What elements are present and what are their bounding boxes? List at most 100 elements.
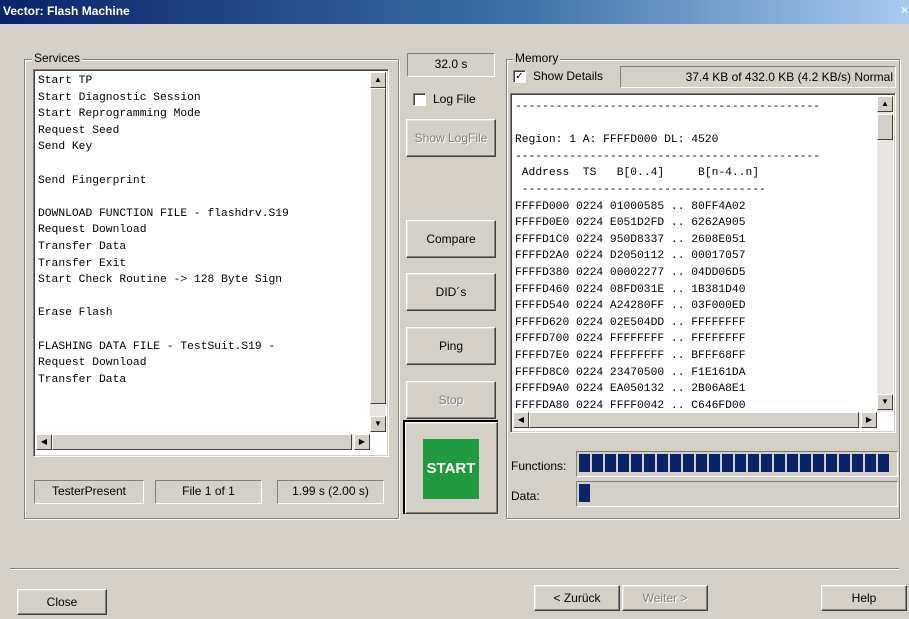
memory-line: FFFFD1C0 0224 950D8337 .. 2608E051 [515,233,746,246]
scroll-thumb[interactable] [370,88,386,404]
back-button[interactable]: < Zurück [534,585,620,611]
progress-segment [761,454,772,472]
memory-scroll-down-icon[interactable]: ▼ [877,394,893,410]
log-file-label: Log File [433,92,476,106]
memory-line: FFFFD620 0224 02E504DD .. FFFFFFFF [515,316,746,329]
progress-segment [579,484,590,502]
show-logfile-button[interactable]: Show LogFile [406,119,496,157]
memory-hscroll[interactable]: ◀ ▶ [513,412,877,428]
progress-segment [813,454,824,472]
file-counter-field: File 1 of 1 [155,480,262,504]
service-line [38,322,368,339]
progress-segment [787,454,798,472]
memory-scroll-thumb[interactable] [877,114,893,140]
progress-segment [631,454,642,472]
progress-segment [800,454,811,472]
service-line [38,189,368,206]
memory-vscroll[interactable]: ▲ ▼ [877,96,893,412]
functions-label: Functions: [511,459,567,473]
log-file-checkbox[interactable] [413,93,426,106]
memory-scroll-up-icon[interactable]: ▲ [877,96,893,112]
progress-segment [852,454,863,472]
next-button[interactable]: Weiter > [622,585,708,611]
progress-segment [722,454,733,472]
service-line: Request Seed [38,124,120,137]
memory-line: FFFFD0E0 0224 E051D2FD .. 6262A905 [515,217,746,230]
memory-line: Region: 1 A: FFFFD000 DL: 4520 [515,134,719,147]
data-label: Data: [511,489,540,503]
memory-line: FFFFD9A0 0224 EA050132 .. 2B06A8E1 [515,383,746,396]
stop-button[interactable]: Stop [406,381,496,419]
memory-line [515,116,875,133]
show-details-checkbox[interactable]: ✓ [513,70,526,83]
progress-segment [670,454,681,472]
memory-scroll-right-icon[interactable]: ▶ [861,412,877,428]
window-title: Vector: Flash Machine [3,4,130,18]
memory-line: FFFFD700 0224 FFFFFFFF .. FFFFFFFF [515,333,746,346]
progress-segment [865,454,876,472]
service-line: Transfer Data [38,240,127,253]
memory-line: FFFFD7E0 0224 FFFFFFFF .. BFFF68FF [515,349,746,362]
dids-button[interactable]: DID´s [406,273,496,311]
scroll-left-icon[interactable]: ◀ [36,434,52,450]
memory-scroll-left-icon[interactable]: ◀ [513,412,529,428]
help-button[interactable]: Help [821,585,907,611]
progress-segment [592,454,603,472]
memory-line: ----------------------------------------… [515,101,821,113]
service-line: Transfer Data [38,373,127,386]
services-text: Start TP Start Diagnostic Session Start Re… [38,73,368,413]
service-line [38,156,368,173]
service-line: Request Download [38,357,147,370]
progress-segment [683,454,694,472]
progress-segment [748,454,759,472]
service-line: Erase Flash [38,307,113,320]
memory-line: FFFFD000 0224 01000585 .. 80FF4A02 [515,200,746,213]
service-line: FLASHING DATA FILE - TestSuit.S19 - [38,340,276,353]
services-label: Services [32,51,83,65]
ping-button[interactable]: Ping [406,327,496,365]
scroll-up-icon[interactable]: ▲ [370,72,386,88]
memory-line: Address TS B[0..4] B[n-4..n] [515,167,760,180]
functions-progress [576,451,898,477]
services-hscroll[interactable]: ◀ ▶ [36,434,370,450]
memory-label: Memory [513,51,561,65]
progress-segment [735,454,746,472]
memory-scroll-thumb-h[interactable] [529,412,859,428]
memory-line: FFFFD380 0224 00002277 .. 04DD06D5 [515,266,746,279]
memory-text: ----------------------------------------… [515,99,875,417]
scroll-thumb-h[interactable] [52,434,352,450]
compare-button[interactable]: Compare [406,220,496,258]
service-line: Send Fingerprint [38,174,147,187]
progress-segment [657,454,668,472]
show-details-label: Show Details [533,69,604,83]
progress-segment [644,454,655,472]
tester-present-field: TesterPresent [34,480,144,504]
memory-line: FFFFD540 0224 A24280FF .. 03F000ED [515,300,746,313]
start-button-frame[interactable]: START [403,420,498,514]
close-window-icon[interactable]: ✕ [900,4,907,20]
service-line: Start TP [38,75,93,87]
memory-list[interactable]: ----------------------------------------… [510,93,896,433]
progress-segment [774,454,785,472]
data-progress [576,481,898,507]
progress-segment [605,454,616,472]
memory-summary: 37.4 KB of 432.0 KB (4.2 KB/s) Normal [620,66,896,88]
services-list[interactable]: Start TP Start Diagnostic Session Start Re… [33,69,389,457]
service-line: Start Reprogramming Mode [38,108,201,121]
footer-separator [10,568,899,570]
memory-line: FFFFD2A0 0224 D2050112 .. 00017057 [515,250,746,263]
scroll-down-icon[interactable]: ▼ [370,416,386,432]
memory-line: ----------------------------------------… [515,150,821,163]
services-vscroll[interactable]: ▲ ▼ [370,72,386,432]
progress-segment [826,454,837,472]
memory-line: FFFFD460 0224 08FD031E .. 1B381D40 [515,283,746,296]
timer-field: 32.0 s [407,53,495,77]
progress-segment [709,454,720,472]
service-line: Request Download [38,224,147,237]
progress-segment [579,454,590,472]
start-button-inner[interactable]: START [405,422,498,514]
scroll-right-icon[interactable]: ▶ [354,434,370,450]
start-button[interactable]: START [423,439,479,499]
close-button[interactable]: Close [17,589,107,615]
service-line: Send Key [38,141,93,154]
